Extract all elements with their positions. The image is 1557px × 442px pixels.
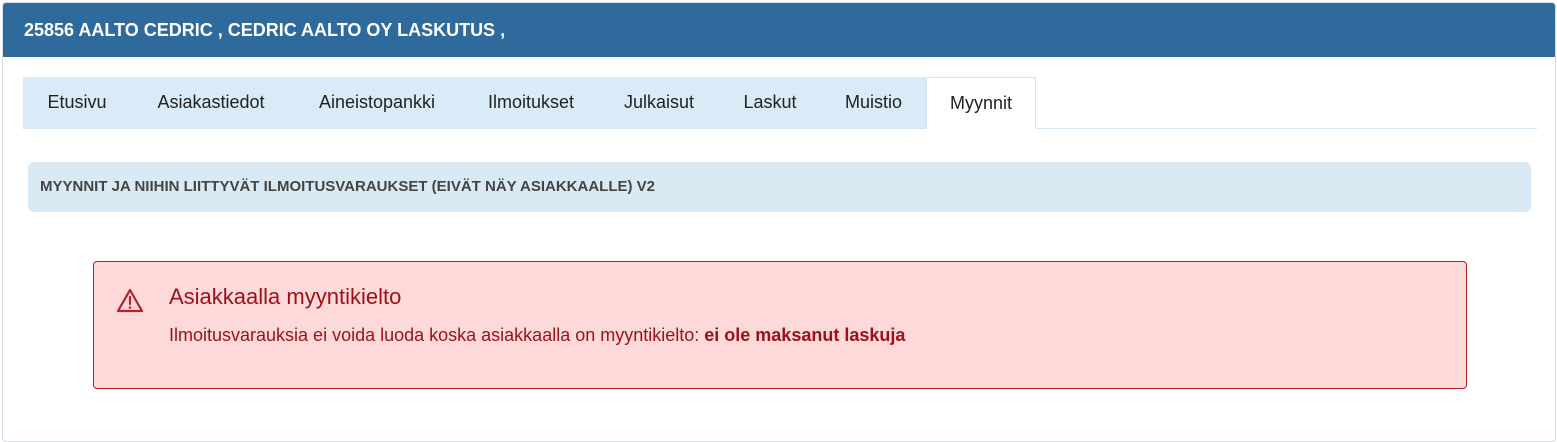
tab-muistio[interactable]: Muistio [821,77,926,128]
alert-message: Ilmoitusvarauksia ei voida luoda koska a… [169,325,905,346]
sales-ban-alert: Asiakkaalla myyntikielto Ilmoitusvarauks… [93,261,1467,389]
tab-etusivu[interactable]: Etusivu [23,77,131,128]
customer-panel: 25856 AALTO CEDRIC , CEDRIC AALTO OY LAS… [2,2,1556,442]
tab-laskut[interactable]: Laskut [719,77,821,128]
tab-myynnit[interactable]: Myynnit [926,77,1036,129]
warning-triangle-icon [116,288,144,314]
tab-asiakastiedot[interactable]: Asiakastiedot [131,77,291,128]
customer-header-title: 25856 AALTO CEDRIC , CEDRIC AALTO OY LAS… [3,3,1555,57]
tab-aineistopankki[interactable]: Aineistopankki [291,77,463,128]
tab-ilmoitukset[interactable]: Ilmoitukset [463,77,599,128]
tab-bar: Etusivu Asiakastiedot Aineistopankki Ilm… [23,77,1537,129]
alert-reason: ei ole maksanut laskuja [704,325,906,345]
section-title: MYYNNIT JA NIIHIN LIITTYVÄT ILMOITUSVARA… [28,162,1531,212]
alert-message-text: Ilmoitusvarauksia ei voida luoda koska a… [169,325,705,345]
tab-julkaisut[interactable]: Julkaisut [599,77,719,128]
alert-title: Asiakkaalla myyntikielto [169,284,402,309]
